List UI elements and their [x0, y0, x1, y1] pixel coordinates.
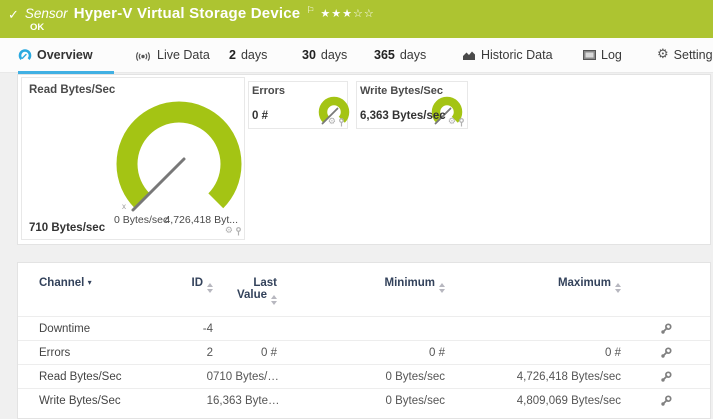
wrench-icon[interactable]: [660, 370, 672, 383]
tab-bar: Overview Live Data 2 days 30 days 365 days: [0, 38, 713, 74]
channel-id: 1: [206, 394, 213, 407]
pin-icon[interactable]: [338, 118, 345, 127]
channel-id: -4: [202, 322, 213, 335]
gear-icon[interactable]: ⚙: [448, 118, 456, 127]
table-row-write-bytes: Write Bytes/Sec 1 6,363 Byte… 0 Bytes/se…: [18, 388, 710, 413]
gauges-panel: Read Bytes/Sec x 0 Bytes/sec 4,726,418 B…: [17, 74, 711, 245]
object-type-label: Sensor: [24, 6, 68, 21]
tab-30-days[interactable]: 30 days: [302, 38, 347, 71]
tab-live-data[interactable]: Live Data: [134, 38, 210, 71]
wrench-icon[interactable]: [660, 346, 672, 359]
gauge-min-marker: x: [122, 202, 126, 211]
gauge-tile-write-bytes[interactable]: Write Bytes/Sec 6,363 Bytes/sec ⚙: [356, 81, 468, 129]
status-ok-check-icon: ✓: [8, 8, 19, 23]
channel-last-value: 6,363 Byte…: [213, 394, 280, 407]
gauge-tools: ⚙: [328, 118, 345, 127]
channel-minimum: [277, 317, 445, 341]
gauge-current-value: 0 #: [252, 110, 268, 122]
channel-id: 0: [206, 370, 213, 383]
gauge-current-value: 710 Bytes/sec: [29, 222, 106, 234]
col-header-maximum[interactable]: Maximum: [445, 263, 621, 317]
historic-chart-icon: [463, 51, 475, 60]
channel-name: Errors: [39, 346, 71, 359]
gauge-current-value: 6,363 Bytes/sec: [360, 110, 446, 122]
channel-last-value: 710 Bytes/…: [213, 370, 279, 383]
log-icon: [583, 49, 596, 60]
channel-name: Read Bytes/Sec: [39, 370, 122, 383]
prtg-sensor-page: ✓ Sensor Hyper-V Virtual Storage Device …: [0, 0, 713, 419]
sort-icon: [271, 295, 277, 305]
gauge-tile-read-bytes[interactable]: Read Bytes/Sec x 0 Bytes/sec 4,726,418 B…: [21, 77, 245, 240]
gauge-max-label: 4,726,418 Byt...: [164, 214, 238, 226]
tab-2-days[interactable]: 2 days: [229, 38, 267, 71]
gauge-tools: ⚙: [225, 227, 242, 236]
flag-icon[interactable]: ⚐: [306, 6, 314, 16]
channel-id: 2: [206, 346, 213, 359]
col-header-minimum[interactable]: Minimum: [277, 263, 445, 317]
tab-log[interactable]: Log: [583, 38, 622, 71]
tab-settings[interactable]: ⚙ Settings: [657, 38, 713, 71]
col-header-id[interactable]: ID: [168, 263, 213, 317]
col-header-actions: [621, 263, 710, 317]
priority-stars[interactable]: ★★★☆☆: [320, 7, 374, 20]
sort-icon: [439, 283, 445, 293]
sensor-status-header: ✓ Sensor Hyper-V Virtual Storage Device …: [0, 0, 713, 38]
channels-table-panel: Channel ▾ ID Last Value Minimum Maximum: [17, 262, 711, 419]
sort-icon: [207, 283, 213, 293]
gear-icon[interactable]: ⚙: [328, 118, 336, 127]
pin-icon[interactable]: [235, 227, 242, 236]
channel-name: Write Bytes/Sec: [39, 394, 121, 407]
channel-minimum: 0 #: [429, 346, 445, 359]
gauge-tile-errors[interactable]: Errors 0 # ⚙: [248, 81, 350, 129]
col-header-channel[interactable]: Channel ▾: [18, 263, 168, 317]
channel-last-value: [213, 317, 277, 341]
table-row-downtime: Downtime -4: [18, 316, 710, 341]
tab-365-days[interactable]: 365 days: [374, 38, 426, 71]
table-row-errors: Errors 2 0 # 0 # 0 #: [18, 340, 710, 365]
gear-icon[interactable]: ⚙: [225, 227, 233, 236]
pin-icon[interactable]: [458, 118, 465, 127]
channel-settings-cell: [621, 365, 710, 389]
gauge-min-label: 0 Bytes/sec: [114, 214, 169, 226]
sensor-title: Hyper-V Virtual Storage Device: [73, 5, 301, 22]
sort-icon: [615, 283, 621, 293]
gear-icon: ⚙: [657, 47, 669, 62]
channel-minimum: 0 Bytes/sec: [385, 370, 445, 383]
channel-settings-cell: [621, 317, 710, 341]
tab-overview[interactable]: Overview: [18, 38, 114, 74]
live-data-icon: [135, 52, 151, 61]
wrench-icon[interactable]: [660, 395, 672, 407]
table-row-read-bytes: Read Bytes/Sec 0 710 Bytes/… 0 Bytes/sec…: [18, 364, 710, 389]
sort-desc-icon: ▾: [87, 278, 92, 287]
channel-settings-cell: [621, 341, 710, 365]
channel-maximum: 0 #: [605, 346, 621, 359]
channel-minimum: 0 Bytes/sec: [385, 394, 445, 407]
gauge-icon: [18, 48, 32, 60]
gauge-title: Read Bytes/Sec: [29, 84, 116, 96]
channel-maximum: [445, 317, 621, 341]
wrench-icon[interactable]: [660, 322, 672, 335]
channels-table: Channel ▾ ID Last Value Minimum Maximum: [18, 263, 710, 413]
gauge-title: Errors: [252, 85, 286, 97]
col-header-last-value[interactable]: Last Value: [213, 263, 277, 317]
tab-historic-data[interactable]: Historic Data: [462, 38, 553, 71]
channel-name: Downtime: [39, 322, 91, 335]
channel-last-value: 0 #: [261, 346, 277, 359]
status-badge: OK: [30, 22, 45, 33]
channel-settings-cell: [621, 389, 710, 413]
channel-maximum: 4,726,418 Bytes/sec: [516, 370, 621, 383]
channel-maximum: 4,809,069 Bytes/sec: [516, 394, 621, 407]
gauge-tools: ⚙: [448, 118, 465, 127]
